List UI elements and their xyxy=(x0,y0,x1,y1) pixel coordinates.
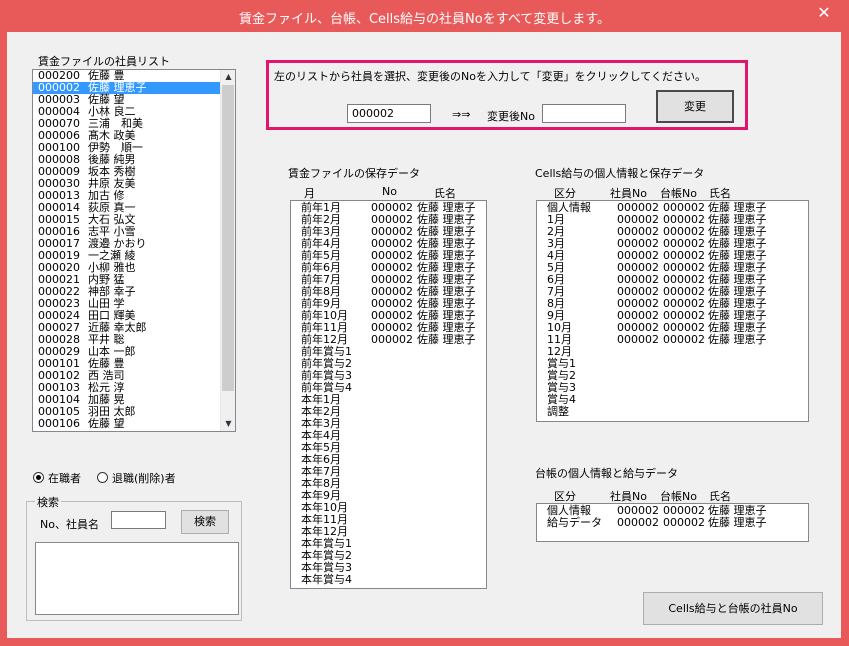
new-no-field[interactable] xyxy=(542,104,626,123)
wage-file-title: 賃金ファイルの保存データ xyxy=(288,167,420,180)
search-label: No、社員名 xyxy=(40,518,99,531)
search-input[interactable] xyxy=(111,511,166,529)
ledger-title: 台帳の個人情報と給与データ xyxy=(535,467,678,480)
close-icon[interactable]: ✕ xyxy=(809,3,839,25)
cells-row[interactable]: 12月 xyxy=(537,346,808,358)
cells-ledger-no-button[interactable]: Cells給与と台帳の社員No xyxy=(643,592,823,625)
cells-name: 佐藤 理恵子 xyxy=(708,333,767,346)
wage-file-listbox[interactable]: 前年1月 000002 佐藤 理恵子 前年2月 000002 佐藤 理恵子 前年3月 0000… xyxy=(290,200,487,589)
wage-month: 本年賞与4 xyxy=(301,573,352,586)
ledger-rows: 個人情報 000002 000002 佐藤 理恵子 給与データ 000002 000002 佐… xyxy=(537,505,808,529)
cells-header-name: 氏名 xyxy=(709,187,731,200)
arrow-text: ⇒⇒ xyxy=(452,108,471,121)
ledger-name: 佐藤 理恵子 xyxy=(708,516,767,529)
ledger-emp-no: 000002 xyxy=(617,516,659,529)
new-no-label: 変更後No xyxy=(487,110,535,123)
scrollbar-thumb[interactable] xyxy=(222,85,234,391)
window-title: 賃金ファイル、台帳、Cells給与の社員Noをすべて変更します。 xyxy=(238,12,611,27)
cells-rows: 個人情報 000002 000002 佐藤 理恵子 1月 000002 000002 佐藤 理… xyxy=(537,202,808,418)
ledger-ledger-no: 000002 xyxy=(663,516,705,529)
wage-file-row[interactable]: 本年賞与4 xyxy=(291,574,486,586)
search-results-box[interactable] xyxy=(35,542,239,615)
active-radio-label: 在職者 xyxy=(48,472,81,485)
cells-row[interactable]: 調整 xyxy=(537,406,808,418)
wage-file-rows: 前年1月 000002 佐藤 理恵子 前年2月 000002 佐藤 理恵子 前年3月 0000… xyxy=(291,202,486,586)
cells-header-ledger-no: 台帳No xyxy=(660,187,697,200)
current-no-field[interactable]: 000002 xyxy=(347,104,431,123)
dialog-client-area: 賃金ファイルの社員リスト 000200 佐藤 豊 000002 佐藤 理恵子 00000… xyxy=(7,32,841,638)
retired-radio-label: 退職(削除)者 xyxy=(112,472,176,485)
wage-name: 佐藤 理恵子 xyxy=(417,333,476,346)
ledger-header-emp-no: 社員No xyxy=(610,490,647,503)
employee-listbox[interactable]: 000200 佐藤 豊 000002 佐藤 理恵子 000003 佐藤 望 000004 小林… xyxy=(32,69,236,432)
cells-row[interactable]: 11月 000002 000002 佐藤 理恵子 xyxy=(537,334,808,346)
retired-radio[interactable] xyxy=(97,472,108,483)
employee-name: 佐藤 望 xyxy=(88,417,125,430)
employee-list-label: 賃金ファイルの社員リスト xyxy=(38,55,170,68)
wage-header-month: 月 xyxy=(304,187,315,200)
ledger-header-name: 氏名 xyxy=(709,490,731,503)
cells-title: Cells給与の個人情報と保存データ xyxy=(535,167,705,180)
employee-no: 000106 xyxy=(38,417,80,430)
employee-list-item[interactable]: 000106 佐藤 望 xyxy=(33,418,221,430)
cells-emp-no: 000002 xyxy=(617,333,659,346)
change-button[interactable]: 変更 xyxy=(656,90,734,123)
cells-listbox[interactable]: 個人情報 000002 000002 佐藤 理恵子 1月 000002 000002 佐藤 理… xyxy=(536,200,809,422)
cells-row[interactable]: 賞与3 xyxy=(537,382,808,394)
employee-list-scrollbar[interactable]: ▲ ▼ xyxy=(220,70,235,431)
title-bar: 賃金ファイル、台帳、Cells給与の社員Noをすべて変更します。 ✕ xyxy=(0,0,849,32)
scroll-up-arrow-icon[interactable]: ▲ xyxy=(221,70,235,84)
ledger-header-ledger-no: 台帳No xyxy=(660,490,697,503)
scroll-down-arrow-icon[interactable]: ▼ xyxy=(221,417,235,431)
ledger-listbox[interactable]: 個人情報 000002 000002 佐藤 理恵子 給与データ 000002 000002 佐… xyxy=(536,503,809,542)
dialog-window: 賃金ファイル、台帳、Cells給与の社員Noをすべて変更します。 ✕ 賃金ファイ… xyxy=(0,0,849,646)
cells-ledger-no: 000002 xyxy=(663,333,705,346)
search-button[interactable]: 検索 xyxy=(181,510,229,534)
search-groupbox: 検索 No、社員名 検索 xyxy=(26,494,242,621)
wage-header-no: No xyxy=(382,185,397,198)
cells-row[interactable]: 賞与4 xyxy=(537,394,808,406)
cells-header-emp-no: 社員No xyxy=(610,187,647,200)
instruction-text: 左のリストから社員を選択、変更後のNoを入力して「変更」をクリックしてください。 xyxy=(274,70,706,83)
wage-header-name: 氏名 xyxy=(434,187,456,200)
cells-row[interactable]: 賞与1 xyxy=(537,358,808,370)
search-group-title: 検索 xyxy=(35,494,61,510)
cells-header-kubun: 区分 xyxy=(554,187,576,200)
ledger-row[interactable]: 給与データ 000002 000002 佐藤 理恵子 xyxy=(537,517,808,529)
employee-list-rows: 000200 佐藤 豊 000002 佐藤 理恵子 000003 佐藤 望 000004 小林… xyxy=(33,70,221,430)
wage-no: 000002 xyxy=(371,333,413,346)
ledger-header-kubun: 区分 xyxy=(554,490,576,503)
cells-kubun: 調整 xyxy=(547,405,569,418)
cells-row[interactable]: 賞与2 xyxy=(537,370,808,382)
instruction-panel: 左のリストから社員を選択、変更後のNoを入力して「変更」をクリックしてください。… xyxy=(266,60,748,130)
ledger-kubun: 給与データ xyxy=(547,516,602,529)
active-radio[interactable] xyxy=(33,472,44,483)
